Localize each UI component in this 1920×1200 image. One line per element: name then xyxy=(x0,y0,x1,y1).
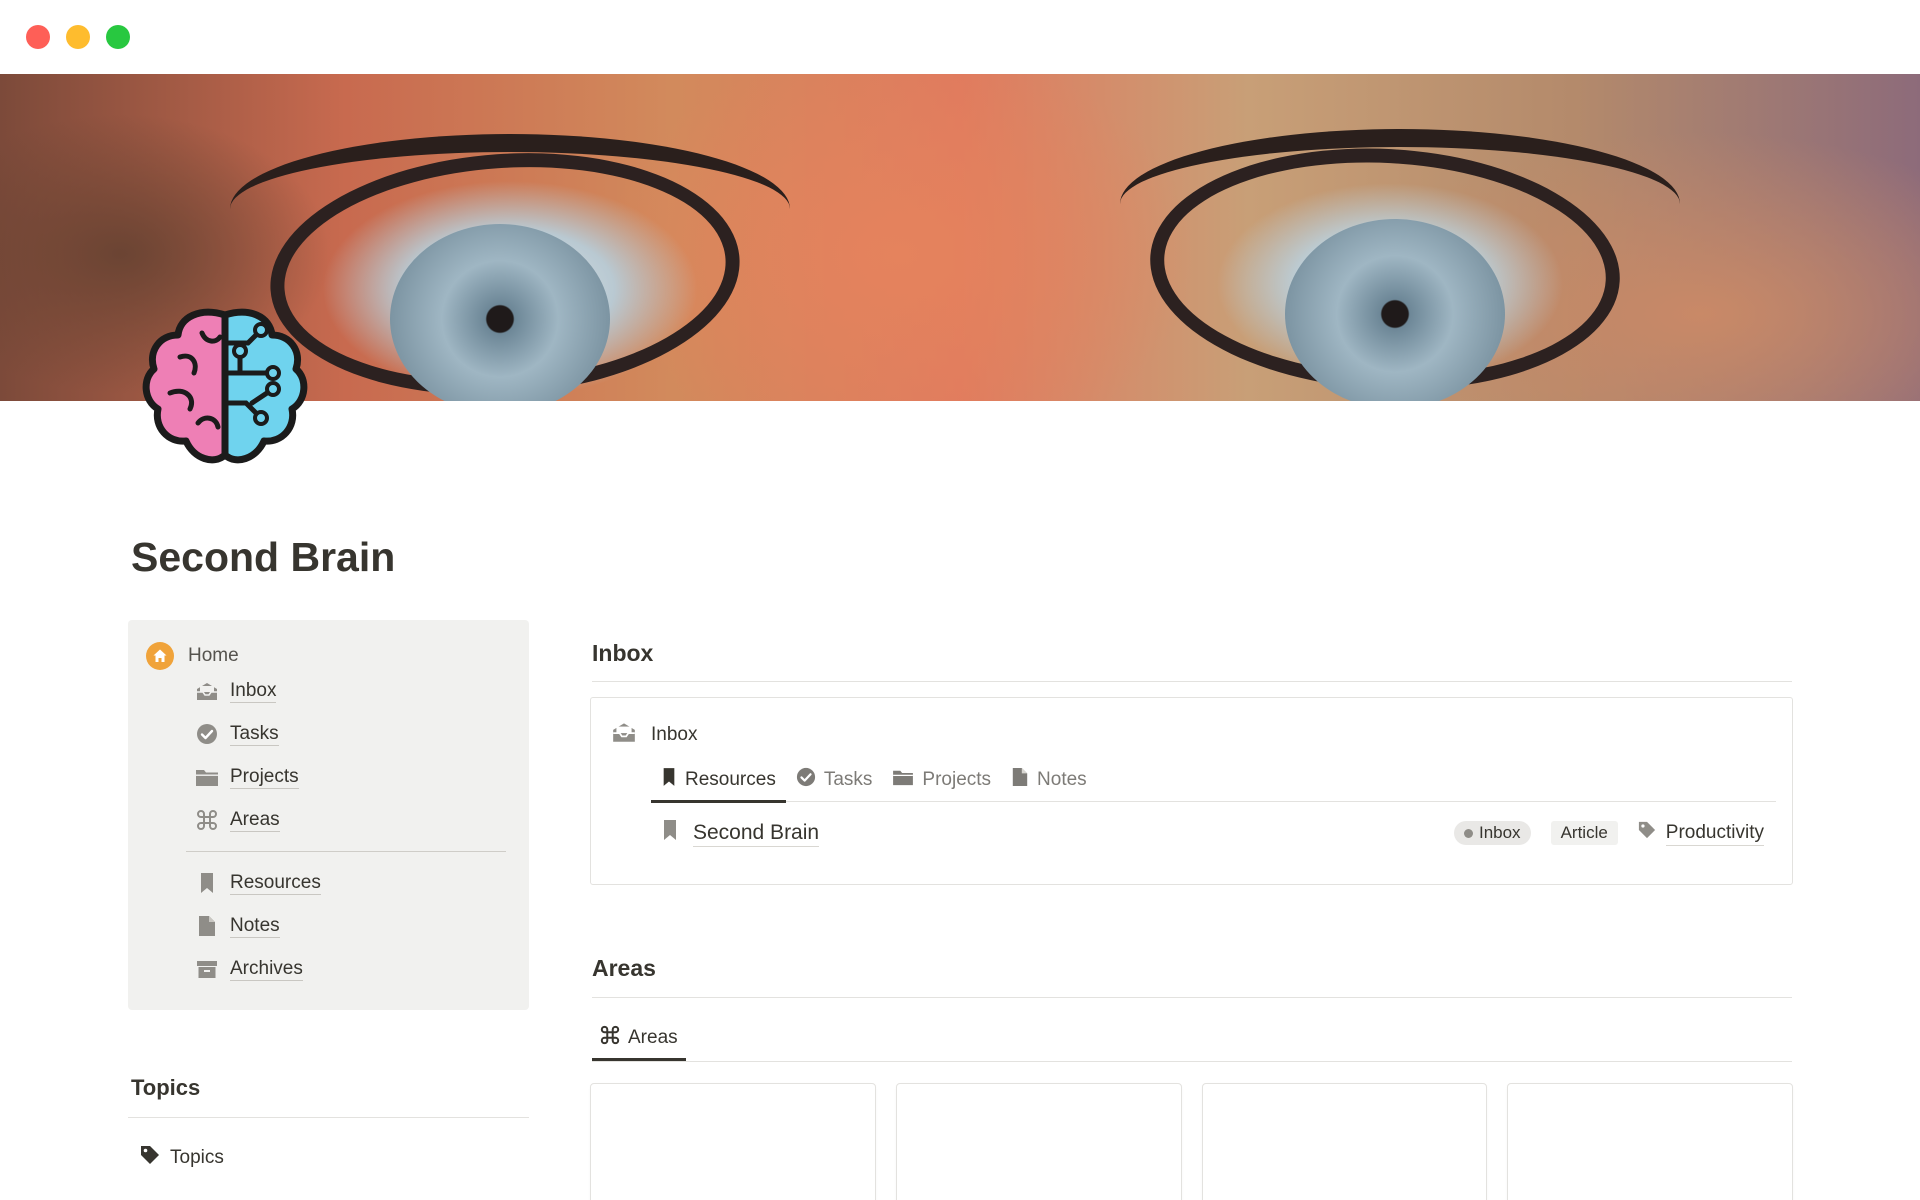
areas-gallery xyxy=(590,1083,1793,1200)
list-item-title[interactable]: Second Brain xyxy=(661,819,820,847)
folder-icon xyxy=(892,768,914,792)
inbox-view-tabs: Resources Tasks Projects Notes xyxy=(651,758,1776,803)
check-circle-icon xyxy=(796,767,816,793)
nav-item-inbox[interactable]: Inbox xyxy=(194,678,277,704)
topic-relation-label: Productivity xyxy=(1665,821,1764,846)
nav-item-label: Projects xyxy=(230,765,299,789)
tab-label: Tasks xyxy=(823,769,873,790)
nav-item-projects[interactable]: Projects xyxy=(194,764,299,790)
list-item[interactable]: Second Brain Inbox Article Productivity xyxy=(651,813,1776,853)
tab-projects[interactable]: Projects xyxy=(882,758,1001,802)
tab-label: Projects xyxy=(922,769,992,790)
minimize-window-button[interactable] xyxy=(66,25,90,49)
nav-home-label: Home xyxy=(188,645,239,666)
gallery-card[interactable] xyxy=(895,1083,1182,1200)
list-item-title-text: Second Brain xyxy=(693,820,820,847)
nav-item-label: Resources xyxy=(230,871,321,895)
topics-link[interactable]: Topics xyxy=(140,1145,224,1171)
nav-item-label: Areas xyxy=(230,808,280,832)
nav-divider xyxy=(186,851,506,852)
nav-home[interactable]: Home xyxy=(146,642,239,670)
nav-item-label: Notes xyxy=(230,914,280,938)
check-circle-icon xyxy=(194,721,220,747)
nav-item-resources[interactable]: Resources xyxy=(194,870,321,896)
nav-item-label: Tasks xyxy=(230,722,279,746)
nav-item-tasks[interactable]: Tasks xyxy=(194,721,279,747)
tab-areas[interactable]: Areas xyxy=(592,1016,686,1061)
areas-view-tabs: Areas xyxy=(592,1016,1792,1062)
nav-item-label: Archives xyxy=(230,957,303,981)
topics-divider xyxy=(128,1117,529,1118)
document-icon xyxy=(194,913,220,939)
command-icon xyxy=(194,807,220,833)
status-badge[interactable]: Inbox xyxy=(1453,821,1531,845)
home-icon xyxy=(146,642,174,670)
status-badge-label: Inbox xyxy=(1478,823,1521,842)
document-icon xyxy=(1011,767,1029,793)
inbox-database-title[interactable]: Inbox xyxy=(611,720,697,750)
tab-notes[interactable]: Notes xyxy=(1001,758,1097,802)
areas-divider xyxy=(592,997,1792,998)
cover-art-iris-left xyxy=(390,224,610,401)
nav-item-areas[interactable]: Areas xyxy=(194,807,280,833)
command-icon xyxy=(600,1025,620,1051)
page-title[interactable]: Second Brain xyxy=(131,534,395,581)
tag-icon xyxy=(140,1145,160,1171)
type-tag[interactable]: Article xyxy=(1550,821,1618,845)
topic-relation[interactable]: Productivity xyxy=(1638,821,1764,846)
nav-item-archives[interactable]: Archives xyxy=(194,956,303,982)
list-item-properties: Inbox Article Productivity xyxy=(1453,821,1764,846)
tab-label: Notes xyxy=(1037,769,1087,790)
bookmark-icon xyxy=(194,870,220,896)
topics-link-label: Topics xyxy=(170,1147,224,1168)
cover-art-iris-right xyxy=(1285,219,1505,401)
nav-item-notes[interactable]: Notes xyxy=(194,913,280,939)
tab-resources[interactable]: Resources xyxy=(651,758,786,803)
topics-heading: Topics xyxy=(131,1075,201,1100)
tag-icon xyxy=(1638,821,1656,845)
inbox-divider xyxy=(592,681,1792,682)
inbox-tray-icon xyxy=(611,720,637,750)
inbox-heading: Inbox xyxy=(592,640,654,666)
status-dot-icon xyxy=(1463,828,1473,838)
gallery-card[interactable] xyxy=(1201,1083,1488,1200)
gallery-card[interactable] xyxy=(1507,1083,1793,1200)
tab-label: Areas xyxy=(628,1027,678,1048)
tab-tasks[interactable]: Tasks xyxy=(786,758,883,802)
brain-icon[interactable] xyxy=(140,303,310,473)
areas-heading: Areas xyxy=(592,955,656,981)
bookmark-icon xyxy=(661,819,679,847)
nav-item-label: Inbox xyxy=(230,679,277,703)
gallery-card[interactable] xyxy=(590,1083,876,1200)
inbox-linked-database: Inbox Resources Tasks Projects Notes Sec… xyxy=(590,697,1793,885)
zoom-window-button[interactable] xyxy=(106,25,130,49)
navigation-callout: Home Inbox Tasks Projects Areas Resource… xyxy=(128,620,529,1010)
inbox-database-title-label: Inbox xyxy=(651,724,698,745)
tab-label: Resources xyxy=(685,769,776,790)
bookmark-icon xyxy=(661,767,677,793)
window-titlebar xyxy=(0,0,1920,74)
close-window-button[interactable] xyxy=(26,25,50,49)
archive-box-icon xyxy=(194,956,220,982)
folder-icon xyxy=(194,764,220,790)
inbox-tray-icon xyxy=(194,678,220,704)
